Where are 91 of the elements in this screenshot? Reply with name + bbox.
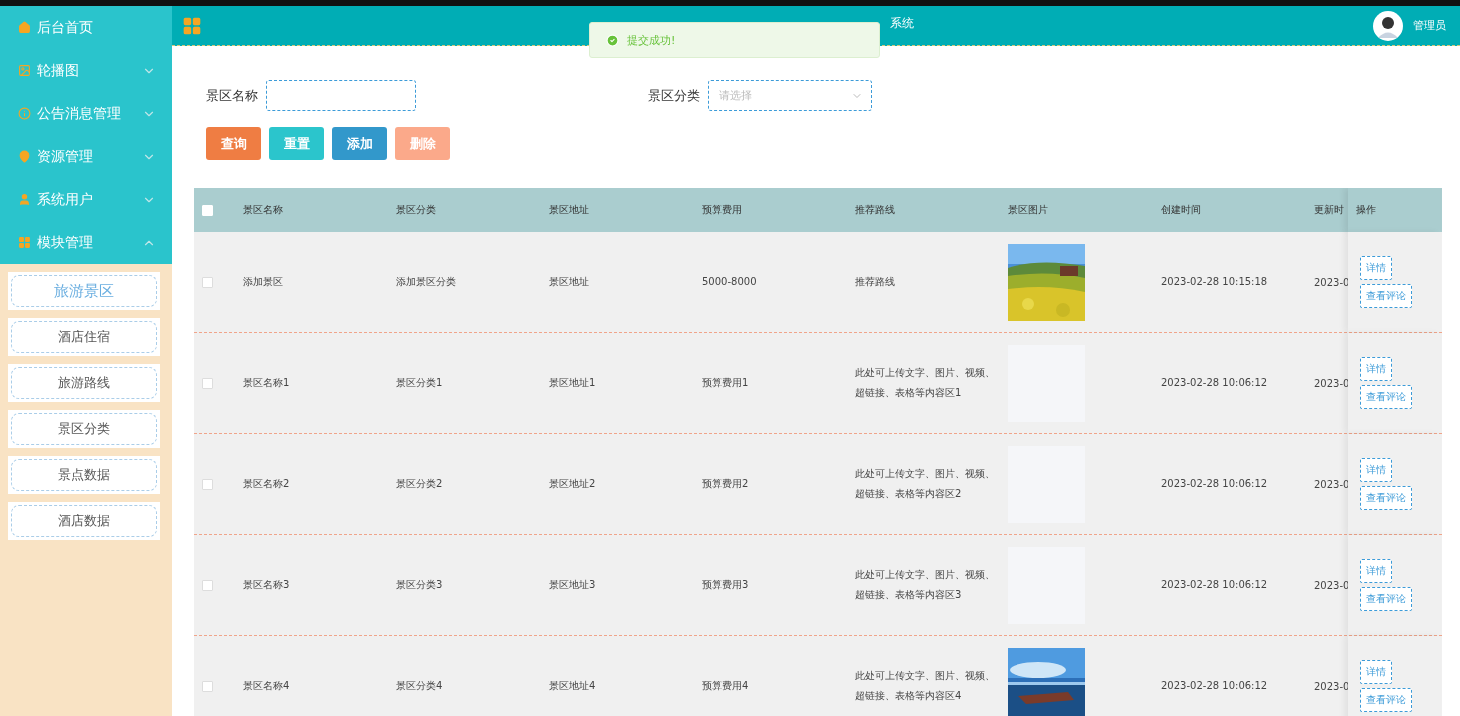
menu-item[interactable]: 资源管理	[0, 135, 172, 178]
row-action-button[interactable]: 查看评论	[1360, 587, 1412, 611]
table-cell-text: 景区名称2	[243, 477, 291, 491]
column-header: 景区名称	[243, 203, 284, 217]
column-header: 预算费用	[702, 203, 743, 217]
table-cell-text: 添加景区	[243, 275, 284, 289]
field-label: 景区分类	[648, 86, 700, 105]
grid-icon[interactable]	[182, 15, 202, 36]
column-header: 景区地址	[549, 203, 590, 217]
column-header: 创建时间	[1161, 203, 1202, 217]
table-cell-text: 景区分类4	[396, 679, 444, 693]
menu-item[interactable]: 系统用户	[0, 178, 172, 221]
table-cell-text: 2023-02-28 10:06:12	[1161, 477, 1269, 491]
column-header: 推荐路线	[855, 203, 896, 217]
menu-item[interactable]: 公告消息管理	[0, 92, 172, 135]
submenu-item[interactable]: 景点数据	[11, 459, 157, 491]
table-cell: 2023-0	[1314, 680, 1348, 692]
action-button[interactable]: 添加	[332, 127, 387, 160]
checkbox[interactable]	[202, 680, 213, 692]
grid-icon	[18, 236, 31, 249]
column-header: 景区分类	[396, 203, 437, 217]
checkbox[interactable]	[202, 478, 213, 490]
table-cell-text: 2023-02-28 10:06:12	[1161, 376, 1269, 390]
column-header: 操作	[1356, 203, 1376, 217]
table-cell-text: 添加景区分类	[396, 275, 457, 289]
table-cell-text: 5000-8000	[702, 275, 758, 289]
row-action-button[interactable]: 详情	[1360, 559, 1392, 583]
table-cell-text: 景区名称4	[243, 679, 291, 693]
column-header: 景区图片	[1008, 203, 1049, 217]
table-cell-text: 2023-02-28 10:15:18	[1161, 275, 1269, 289]
input-field[interactable]	[266, 80, 416, 111]
row-action-button[interactable]: 查看评论	[1360, 284, 1412, 308]
table-cell-text: 景区分类1	[396, 376, 444, 390]
table-cell-text: 此处可上传文字、图片、视频、超链接、表格等内容区3	[855, 568, 996, 602]
row-action-button[interactable]: 查看评论	[1360, 385, 1412, 409]
table-cell-text: 2023-02-28 10:06:12	[1161, 679, 1269, 693]
table-cell-text: 景区地址2	[549, 477, 597, 491]
map-pin-icon	[18, 150, 31, 163]
table-cell-text: 此处可上传文字、图片、视频、超链接、表格等内容区2	[855, 467, 996, 501]
table-cell: 2023-0	[1314, 579, 1348, 591]
checkbox[interactable]	[202, 377, 213, 389]
table-cell-text: 景区地址3	[549, 578, 597, 592]
row-action-button[interactable]: 查看评论	[1360, 486, 1412, 510]
table-cell: 2023-0	[1314, 276, 1348, 288]
field-label: 景区名称	[206, 86, 258, 105]
row-action-button[interactable]: 详情	[1360, 458, 1392, 482]
table-cell-text: 景区地址1	[549, 376, 597, 390]
table-cell-text: 景区名称1	[243, 376, 291, 390]
submenu-item[interactable]: 旅游路线	[11, 367, 157, 399]
select-field[interactable]: 请选择	[708, 80, 872, 111]
table-cell-text: 2023-02-28 10:06:12	[1161, 578, 1269, 592]
home-icon	[18, 21, 31, 34]
action-button[interactable]: 重置	[269, 127, 324, 160]
table-cell-text: 预算费用2	[702, 477, 750, 491]
menu-item[interactable]: 轮播图	[0, 49, 172, 92]
table-cell-text: 景区分类3	[396, 578, 444, 592]
row-action-button[interactable]: 详情	[1360, 357, 1392, 381]
row-action-button[interactable]: 详情	[1360, 256, 1392, 280]
menu-item[interactable]: 后台首页	[0, 6, 172, 49]
table-cell-text: 景区名称3	[243, 578, 291, 592]
table-cell-text: 预算费用4	[702, 679, 750, 693]
table-cell-text: 此处可上传文字、图片、视频、超链接、表格等内容区4	[855, 669, 996, 703]
table-cell: 2023-0	[1314, 478, 1348, 490]
image-icon	[18, 64, 31, 77]
row-action-button[interactable]: 查看评论	[1360, 688, 1412, 712]
action-button[interactable]: 查询	[206, 127, 261, 160]
table-cell-text: 景区地址4	[549, 679, 597, 693]
user-name[interactable]: 管理员	[1413, 18, 1446, 33]
submenu-item[interactable]: 景区分类	[11, 413, 157, 445]
check-circle-icon	[606, 33, 619, 47]
toast-message: 提交成功!	[627, 32, 676, 48]
column-header: 更新时	[1314, 203, 1345, 217]
table-cell-text: 此处可上传文字、图片、视频、超链接、表格等内容区1	[855, 366, 996, 400]
table-cell-text: 推荐路线	[855, 275, 896, 289]
app-title: 系统	[890, 15, 914, 32]
avatar-icon	[1373, 10, 1403, 41]
table-cell-text: 景区地址	[549, 275, 590, 289]
action-button[interactable]: 删除	[395, 127, 450, 160]
checkbox[interactable]	[202, 276, 213, 288]
submenu-item[interactable]: 酒店住宿	[11, 321, 157, 353]
submenu-item[interactable]: 旅游景区	[11, 275, 157, 307]
table-cell-text: 景区分类2	[396, 477, 444, 491]
table-cell-text: 预算费用1	[702, 376, 750, 390]
table-cell: 2023-0	[1314, 377, 1348, 389]
submenu-item[interactable]: 酒店数据	[11, 505, 157, 537]
checkbox[interactable]	[202, 579, 213, 591]
row-action-button[interactable]: 详情	[1360, 660, 1392, 684]
menu-item[interactable]: 模块管理	[0, 221, 172, 264]
table-cell-text: 预算费用3	[702, 578, 750, 592]
user-icon	[18, 193, 31, 206]
info-icon	[18, 107, 31, 120]
